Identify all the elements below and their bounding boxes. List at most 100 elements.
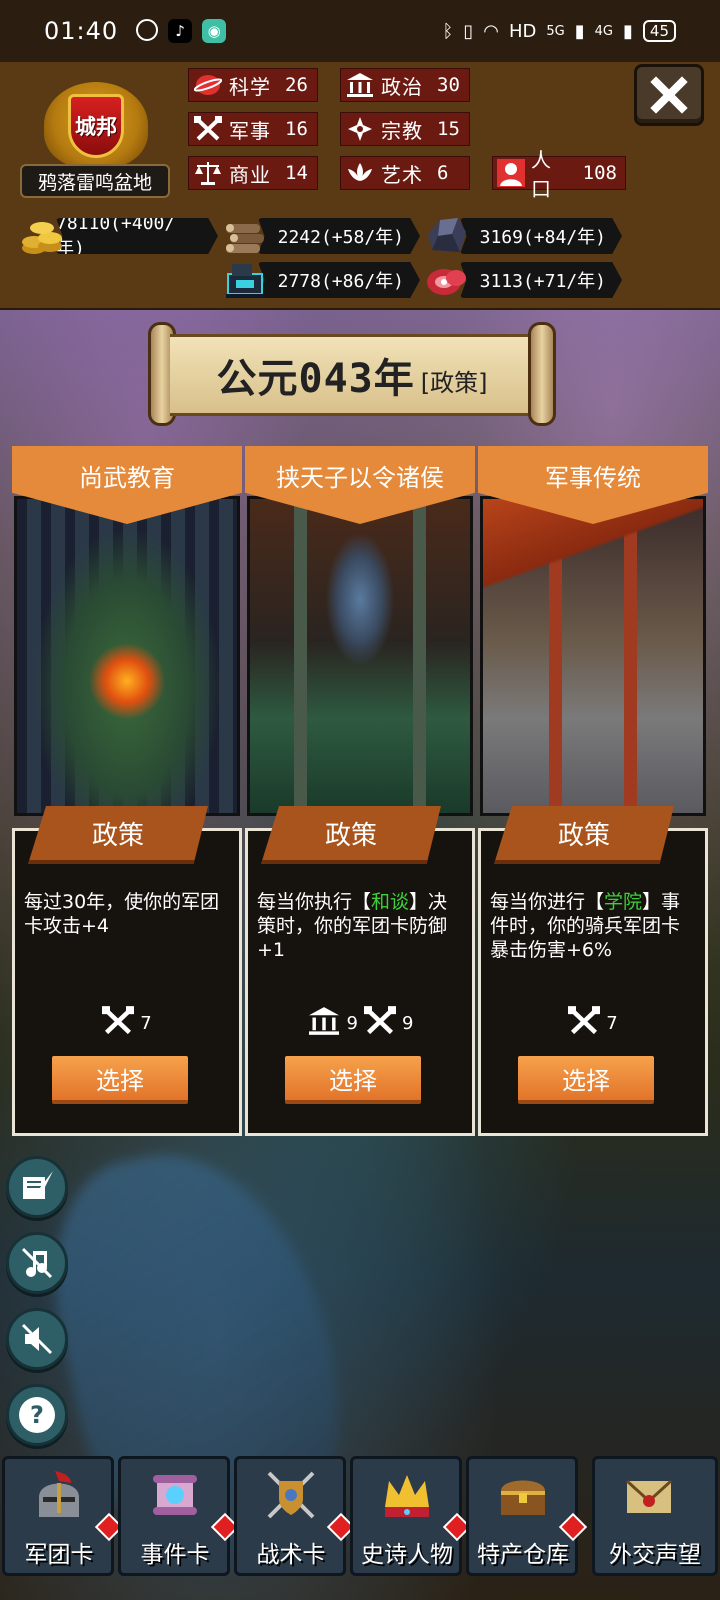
temple-icon: [307, 1006, 341, 1041]
crossed-swords-icon: [364, 1006, 396, 1041]
network-label: HD: [508, 20, 537, 42]
policy-card[interactable]: 军事传统 政策 每当你进行【学院】事件时，你的骑兵军团卡暴击伤害+6% 7 选择: [478, 446, 708, 1136]
card-description: 每当你进行【学院】事件时，你的骑兵军团卡暴击伤害+6%: [490, 891, 681, 961]
nav-label: 外交声望: [609, 1542, 701, 1568]
year-label: 公元043年: [216, 356, 415, 402]
knight-helmet-icon: [29, 1465, 89, 1525]
resource-wood: 2242(+58/年): [258, 218, 420, 254]
wood-logs-icon: [222, 214, 268, 258]
stat-politics[interactable]: 政治 30: [340, 68, 470, 102]
scroll-paper: 公元043年 [政策]: [170, 334, 534, 416]
stone-ore-icon: [424, 214, 470, 258]
signal-icon: ▮: [623, 20, 633, 42]
meat-icon: [424, 258, 470, 302]
card-art-temple-courtyard: [480, 496, 706, 816]
nav-label: 战术卡: [256, 1542, 326, 1568]
resource-tech: 2778(+86/年): [258, 262, 420, 298]
stat-commerce[interactable]: 商业 14: [188, 156, 318, 190]
stat-art[interactable]: 艺术 6: [340, 156, 470, 190]
card-description: 每当你执行【和谈】决策时，你的军团卡防御+1: [257, 891, 448, 961]
nav-diplomacy[interactable]: 外交声望: [592, 1456, 718, 1576]
card-cost: 9 9: [245, 1006, 475, 1041]
cost-value: 9: [346, 1013, 358, 1034]
cost-value: 7: [140, 1013, 152, 1034]
treasure-chest-icon: [493, 1465, 553, 1525]
help-button[interactable]: ?: [6, 1384, 68, 1446]
sound-off-icon: [21, 1323, 53, 1355]
resource-gold: 78110(+400/年): [56, 218, 218, 254]
scroll-roll-right: [528, 322, 556, 426]
nav-legion-cards[interactable]: 军团卡: [2, 1456, 124, 1576]
nav-label: 事件卡: [140, 1542, 210, 1568]
resource-stone: 3169(+84/年): [460, 218, 622, 254]
year-banner: 公元043年 [政策]: [148, 322, 556, 426]
help-icon: ?: [19, 1397, 55, 1433]
letter-icon: [619, 1465, 679, 1525]
stat-science[interactable]: 科学 26: [188, 68, 318, 102]
keyword-highlight: 学院: [604, 891, 643, 913]
person-icon: [497, 159, 525, 187]
scales-icon: [193, 159, 223, 187]
music-toggle-button[interactable]: [6, 1232, 68, 1294]
crossed-swords-icon: [568, 1006, 601, 1041]
card-type-tag: 政策: [28, 806, 208, 864]
app-icon: ◉: [202, 19, 227, 43]
status-bar: 01:40 ♪ ◉ ᛒ ▯ ◠ HD 5G ▮ 4G ▮ 45: [0, 0, 720, 62]
policy-card[interactable]: 尚武教育 政策 每过30年，使你的军团卡攻击+4 7 选择: [12, 446, 242, 1136]
crown-icon: [377, 1465, 437, 1525]
card-art-throne-hall: [247, 496, 473, 816]
resource-food: 3113(+71/年): [460, 262, 622, 298]
signal-4g-label: 4G: [594, 23, 613, 39]
temple-icon: [345, 71, 375, 99]
card-art-forest-bonfire: [14, 496, 240, 816]
city-emblem[interactable]: 城邦: [44, 82, 148, 172]
nav-tactic-cards[interactable]: 战术卡: [234, 1456, 356, 1576]
stat-religion[interactable]: 宗教 15: [340, 112, 470, 146]
keyword-highlight: 和谈: [371, 891, 410, 913]
magic-scroll-icon: [145, 1465, 205, 1525]
card-type-tag: 政策: [261, 806, 441, 864]
card-type-tag: 政策: [494, 806, 674, 864]
signal-icon: ▮: [574, 20, 585, 42]
lotus-icon: [345, 159, 375, 187]
sound-toggle-button[interactable]: [6, 1308, 68, 1370]
nav-label: 史诗人物: [361, 1542, 453, 1568]
choose-button[interactable]: 选择: [518, 1056, 654, 1104]
holy-symbol-icon: [345, 115, 375, 143]
app-notification-icon: [136, 19, 159, 41]
wifi-icon: ◠: [483, 20, 499, 42]
tiktok-icon: ♪: [168, 19, 193, 43]
policy-card[interactable]: 挟天子以令诸侯 政策 每当你执行【和谈】决策时，你的军团卡防御+1 9 9 选择: [245, 446, 475, 1136]
vibrate-icon: ▯: [463, 20, 474, 42]
close-button[interactable]: [634, 64, 704, 126]
bluetooth-icon: ᛒ: [442, 20, 454, 42]
planet-icon: [193, 71, 223, 99]
book-quill-icon: [23, 1171, 53, 1199]
shield-emblem-icon: [261, 1465, 321, 1525]
crossed-swords-icon: [102, 1006, 135, 1041]
nav-specialty-warehouse[interactable]: 特产仓库: [466, 1456, 588, 1576]
city-type-badge: 城邦: [75, 115, 117, 139]
card-description: 每过30年，使你的军团卡攻击+4: [24, 891, 220, 937]
svg-text:?: ?: [30, 1401, 44, 1429]
nav-label: 特产仓库: [477, 1542, 569, 1568]
gold-coins-icon: [20, 214, 66, 258]
phase-label: [政策]: [420, 368, 488, 397]
cost-value: 7: [606, 1013, 618, 1034]
stat-population[interactable]: 人口 108: [492, 148, 626, 201]
tech-device-icon: [222, 258, 268, 302]
signal-5g-label: 5G: [546, 23, 565, 39]
clock: 01:40: [44, 17, 119, 45]
card-cost: 7: [12, 1006, 242, 1041]
nav-epic-heroes[interactable]: 史诗人物: [350, 1456, 472, 1576]
music-off-icon: [21, 1247, 53, 1279]
cost-value: 9: [402, 1013, 414, 1034]
choose-button[interactable]: 选择: [285, 1056, 421, 1104]
choose-button[interactable]: 选择: [52, 1056, 188, 1104]
stat-military[interactable]: 军事 16: [188, 112, 318, 146]
crossed-swords-icon: [193, 115, 223, 143]
journal-button[interactable]: [6, 1156, 68, 1218]
nav-label: 军团卡: [24, 1542, 94, 1568]
shield-icon: 城邦: [68, 94, 124, 158]
nav-event-cards[interactable]: 事件卡: [118, 1456, 240, 1576]
